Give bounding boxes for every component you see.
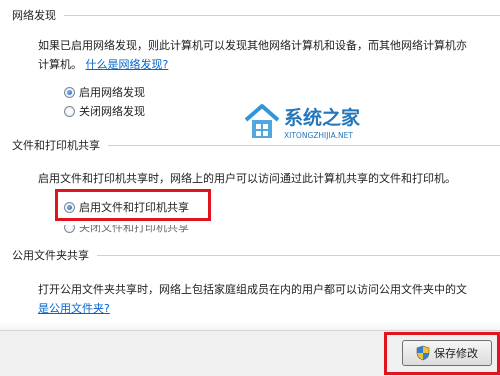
highlight-box-save-button: [384, 332, 500, 375]
file-printer-sharing-header: 文件和打印机共享: [0, 135, 500, 155]
scroll-cutoff-fade: [0, 322, 500, 330]
house-logo-icon: [244, 104, 280, 138]
file-printer-sharing-title: 文件和打印机共享: [12, 139, 100, 152]
public-folder-sharing-description: 打开公用文件夹共享时，网络上包括家庭组成员在内的用户都可以访问公用文件夹中的文: [38, 283, 467, 296]
section-divider: [97, 254, 500, 256]
network-discovery-header: 网络发现: [0, 5, 500, 25]
radio-label: 启用网络发现: [79, 86, 145, 99]
radio-label: 关闭文件和打印机共享: [79, 221, 189, 234]
network-discovery-description-end: 计算机。: [38, 58, 82, 71]
radio-button-unchecked[interactable]: [64, 225, 75, 233]
radio-enable-network-discovery[interactable]: 启用网络发现: [64, 84, 145, 100]
radio-label: 关闭网络发现: [79, 105, 145, 118]
public-folder-sharing-header: 公用文件夹共享: [0, 245, 500, 265]
network-discovery-description: 如果已启用网络发现，则此计算机可以发现其他网络计算机和设备，而其他网络计算机亦: [38, 39, 467, 52]
public-folder-help-link-row: 是公用文件夹?: [38, 300, 110, 316]
network-discovery-help-link[interactable]: 什么是网络发现?: [86, 58, 169, 71]
radio-disable-network-discovery[interactable]: 关闭网络发现: [64, 103, 145, 119]
network-discovery-description-cont: 计算机。 什么是网络发现?: [38, 56, 168, 72]
public-folder-sharing-title: 公用文件夹共享: [12, 249, 89, 262]
radio-button-checked[interactable]: [64, 86, 75, 98]
section-divider: [64, 14, 500, 16]
network-discovery-title: 网络发现: [12, 9, 56, 22]
public-folder-help-link[interactable]: 是公用文件夹?: [38, 302, 110, 315]
radio-button-unchecked[interactable]: [64, 105, 75, 117]
section-divider: [108, 144, 500, 146]
radio-disable-file-printer-sharing[interactable]: 关闭文件和打印机共享: [64, 221, 189, 235]
watermark-text-cn: 系统之家: [284, 106, 361, 129]
highlight-box-file-sharing: [55, 189, 211, 221]
file-printer-sharing-description: 启用文件和打印机共享时，网络上的用户可以访问通过此计算机共享的文件和打印机。: [38, 172, 456, 185]
